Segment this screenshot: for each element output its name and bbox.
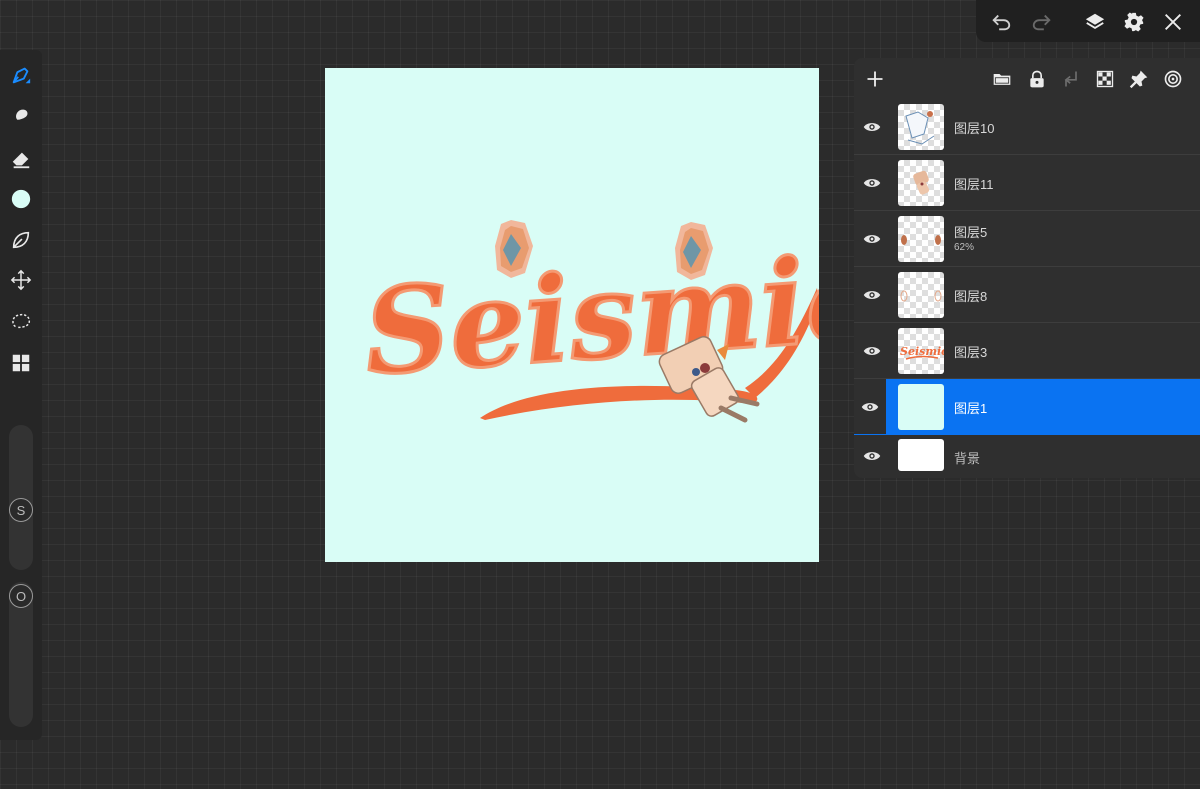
spiral-icon[interactable] (1160, 66, 1186, 92)
lock-icon[interactable] (1024, 66, 1050, 92)
leaf-icon[interactable] (6, 225, 36, 255)
layers-header (854, 58, 1200, 100)
visibility-eye-icon[interactable] (860, 339, 884, 363)
brush-opacity-label: O (15, 588, 27, 604)
layer-thumbnail (898, 439, 944, 471)
layer-thumbnail (898, 160, 944, 206)
layers-icon[interactable] (1082, 9, 1108, 35)
visibility-eye-icon[interactable] (860, 171, 884, 195)
layer-thumbnail (898, 384, 944, 430)
layer-name: 背景 (954, 451, 981, 466)
visibility-eye-icon[interactable] (854, 379, 886, 434)
brush-size-knob[interactable]: S (9, 498, 33, 522)
grid-icon[interactable] (6, 348, 36, 378)
layer-row[interactable]: 图层5 62% (854, 211, 1200, 267)
layer-name: 图层8 (954, 289, 988, 304)
drawing-canvas[interactable]: Seismic (325, 68, 819, 562)
layer-row[interactable]: 图层8 (854, 267, 1200, 323)
layers-panel: 图层10 图层11 图层5 62% 图层8 Seismic 图层3 图层1 背景 (854, 58, 1200, 478)
lasso-icon[interactable] (6, 306, 36, 336)
layer-row[interactable]: 图层10 (854, 99, 1200, 155)
folder-icon[interactable] (989, 66, 1015, 92)
layer-row-selected[interactable]: 图层1 (854, 379, 1200, 435)
undo-icon[interactable] (988, 9, 1014, 35)
artwork-lettering: Seismic (360, 227, 819, 401)
layer-name: 图层1 (954, 401, 988, 416)
left-toolbar: S O (0, 50, 42, 740)
redo-icon[interactable] (1029, 9, 1055, 35)
artwork: Seismic (358, 220, 819, 423)
layer-name: 图层10 (954, 121, 995, 136)
visibility-eye-icon[interactable] (860, 227, 884, 251)
brush-opacity-knob[interactable]: O (9, 584, 33, 608)
add-layer-icon[interactable] (862, 66, 888, 92)
visibility-eye-icon[interactable] (860, 444, 884, 468)
layer-name: 图层5 (954, 225, 988, 240)
layer-thumbnail (898, 272, 944, 318)
close-icon[interactable] (1160, 9, 1186, 35)
checker-icon[interactable] (1092, 66, 1118, 92)
move-icon[interactable] (6, 265, 36, 295)
layer-row[interactable]: 图层11 (854, 155, 1200, 211)
settings-icon[interactable] (1121, 9, 1147, 35)
layer-thumbnail (898, 216, 944, 262)
top-toolbar (976, 0, 1200, 42)
brush-icon[interactable] (6, 60, 36, 90)
layer-row[interactable]: 背景 (854, 435, 1200, 478)
layer-thumbnail: Seismic (898, 328, 944, 374)
pin-icon[interactable] (1126, 66, 1152, 92)
layer-opacity: 62% (954, 242, 975, 253)
visibility-eye-icon[interactable] (860, 115, 884, 139)
visibility-eye-icon[interactable] (860, 283, 884, 307)
layer-thumbnail (898, 104, 944, 150)
layer-name: 图层3 (954, 345, 988, 360)
color-swatch[interactable] (6, 184, 36, 214)
merge-down-icon[interactable] (1058, 66, 1084, 92)
brush-size-label: S (16, 502, 26, 518)
smudge-icon[interactable] (6, 102, 36, 132)
eraser-icon[interactable] (6, 144, 36, 174)
layer-name: 图层11 (954, 177, 994, 192)
layer-row[interactable]: Seismic 图层3 (854, 323, 1200, 379)
